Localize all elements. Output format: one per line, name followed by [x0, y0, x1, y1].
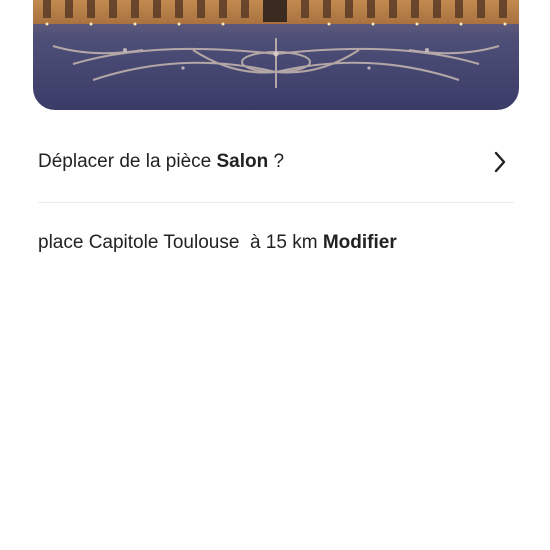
chevron-right-icon[interactable]	[490, 150, 510, 174]
divider	[38, 202, 514, 203]
capitole-square-photo	[33, 0, 519, 110]
location-place: place Capitole Toulouse	[38, 232, 240, 253]
move-room-prefix: Déplacer de la pièce	[38, 151, 217, 172]
hero-photo	[33, 0, 519, 110]
move-room-suffix: ?	[268, 151, 285, 172]
move-room-prompt: Déplacer de la pièce Salon ?	[38, 150, 284, 174]
modify-location-link[interactable]: Modifier	[323, 232, 397, 253]
location-distance: à 15 km	[239, 232, 323, 253]
room-name: Salon	[216, 151, 269, 172]
move-room-row[interactable]: Déplacer de la pièce Salon ?	[38, 140, 514, 184]
location-row: place Capitole Toulouse à 15 km Modifier	[38, 230, 397, 256]
